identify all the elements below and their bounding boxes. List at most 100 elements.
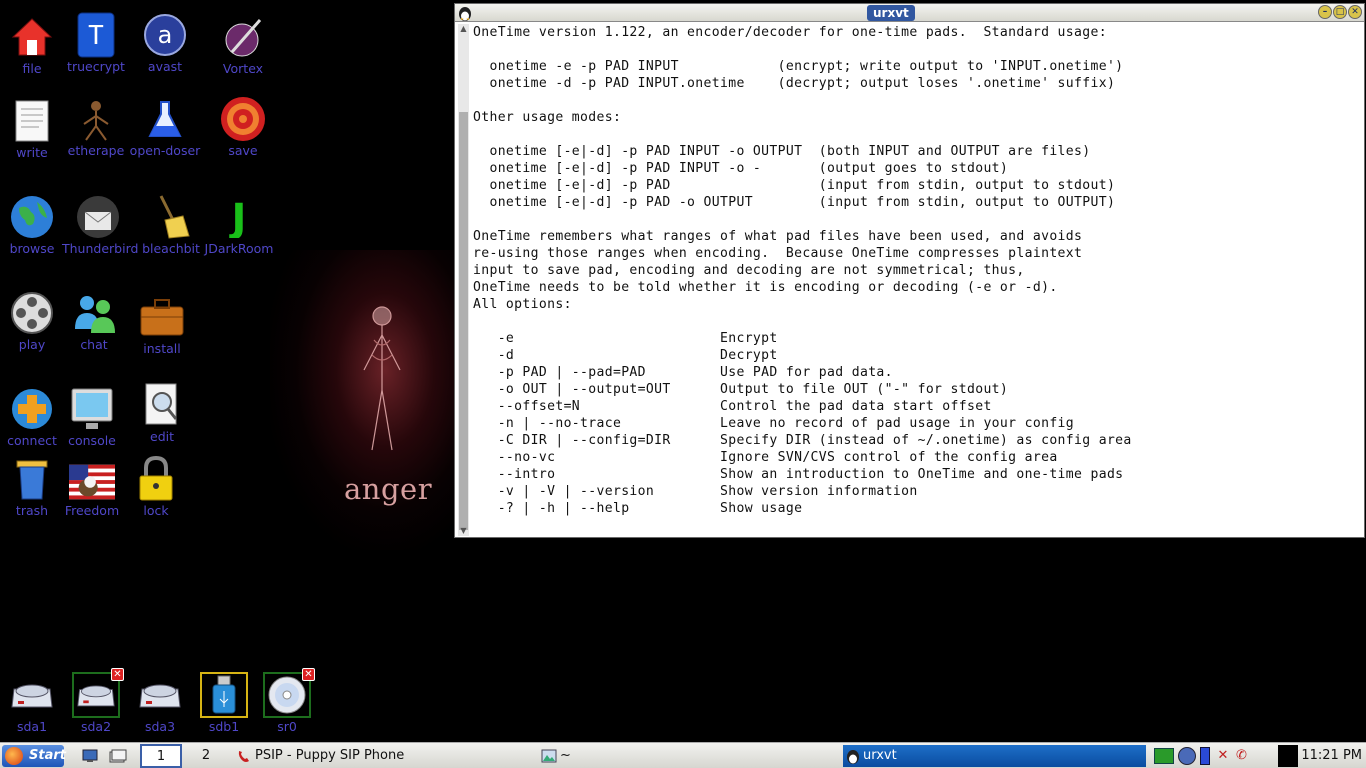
icon-label: JDarkRoom [204,241,274,256]
icon-label: install [143,341,181,356]
trash-icon [16,460,48,500]
desktop-icon-save[interactable]: save [207,96,279,158]
drive-icon-sr0[interactable]: ✕ sr0 [256,668,318,734]
close-icon[interactable]: ✕ [1348,5,1362,19]
tray-black-box [1278,745,1298,767]
window-title: urxvt [867,5,915,21]
globe-tray-icon[interactable] [1178,747,1196,765]
scrollbar[interactable]: ▲ ▼ [458,24,469,536]
phone-tray-icon[interactable]: ✆ [1236,747,1250,765]
desktop-icon-vortex[interactable]: Vortex [207,14,279,76]
desktop-icon-bleachbit[interactable]: bleachbit [135,194,207,256]
padlock-icon [139,456,173,501]
icon-label: browse [9,241,55,256]
desktop-icon-install[interactable]: install [126,294,198,356]
icon-label: lock [143,503,169,518]
icon-label: write [16,145,48,160]
desktop-icon-console[interactable]: console [56,386,128,448]
briefcase-icon [140,299,184,336]
network-icon[interactable] [1154,748,1174,764]
icon-label: console [68,433,116,448]
desktop-icon-lock[interactable]: lock [120,456,192,518]
desktop-icon-edit[interactable]: edit [126,382,198,444]
thunderbird-icon [77,196,119,238]
terminal-output[interactable]: OneTime version 1.122, an encoder/decode… [473,24,1132,517]
icon-label: open-doser [129,143,201,158]
unmount-icon[interactable]: ✕ [302,668,315,681]
wallpaper-text: anger [344,472,433,506]
document-icon [15,100,49,142]
show-desktop-icon[interactable] [80,745,100,767]
icon-label: Freedom [64,503,120,518]
globe-icon [11,196,53,238]
window-titlebar[interactable]: urxvt – □ ✕ [455,4,1364,22]
drive-icon-sda2[interactable]: ✕ sda2 [65,668,127,734]
tux-icon [459,7,471,21]
svg-text:J: J [229,196,247,238]
terminal-window[interactable]: urxvt – □ ✕ ▲ ▼ OneTime version 1.122, a… [454,3,1365,538]
target-icon [221,97,265,141]
drive-icon-sdb1[interactable]: sdb1 [193,672,255,734]
minimize-icon[interactable]: – [1318,5,1332,19]
task-label: ~ [560,748,571,763]
task-urxvt[interactable]: urxvt [843,745,1146,767]
unmount-icon[interactable]: ✕ [111,668,124,681]
workspace-1[interactable]: 1 [140,744,182,768]
hard-drive-icon [11,684,53,708]
desktop-icon-etherape[interactable]: etherape [60,96,132,158]
task-label: urxvt [863,748,897,763]
scrollbar-thumb[interactable] [459,112,468,530]
desktop-icon-browse[interactable]: browse [0,194,68,256]
icon-label: bleachbit [142,241,200,256]
monitor-icon [71,388,113,429]
avast-icon: a [144,14,186,56]
start-orb-icon [5,747,23,765]
drive-label: sr0 [277,719,297,734]
desktop-icon-chat[interactable]: chat [58,290,130,352]
desktop-icon-open-doser[interactable]: open-doser [129,96,201,158]
home-icon [11,18,53,56]
scroll-down-icon[interactable]: ▼ [458,526,469,536]
start-label: Start [29,748,66,763]
desktop-icon-write[interactable]: write [0,98,68,160]
system-tray: ✕ ✆ [1154,745,1270,767]
image-icon [541,749,557,763]
hard-drive-icon [77,685,115,707]
desktop-icon-jdarkroom[interactable]: J JDarkRoom [203,194,275,256]
icon-label: etherape [67,143,125,158]
icon-label: file [22,61,42,76]
drive-label: sda3 [144,719,176,734]
users-icon [75,296,115,333]
drive-label: sdb1 [208,719,240,734]
battery-icon[interactable] [1200,747,1210,765]
connect-icon [12,389,52,429]
icon-label: edit [150,429,174,444]
drive-label: sda1 [16,719,48,734]
desktop-icon-freedom[interactable]: Freedom [56,462,128,518]
maximize-icon[interactable]: □ [1333,5,1347,19]
workspace-2[interactable]: 2 [194,745,218,767]
desktop-icon-truecrypt[interactable]: T truecrypt [60,12,132,74]
window-list-icon[interactable] [108,745,128,767]
desktop-icon-thunderbird[interactable]: Thunderbird [62,194,138,256]
desktop-icon-file[interactable]: file [0,14,68,76]
icon-label: chat [80,337,108,352]
icon-label: avast [147,59,183,74]
firewall-off-icon[interactable]: ✕ [1214,747,1232,765]
clock[interactable]: 11:21 PM [1301,745,1362,767]
scroll-up-icon[interactable]: ▲ [458,24,469,34]
desktop-icon-avast[interactable]: a avast [129,12,201,74]
drive-icon-sda1[interactable]: sda1 [1,672,63,734]
tux-icon [847,750,859,764]
usb-drive-icon [212,675,236,714]
icon-label: truecrypt [67,59,125,74]
svg-text:a: a [158,21,173,49]
task-home[interactable]: ~ [540,745,840,767]
hard-drive-icon [139,684,181,708]
optical-disc-icon [268,676,306,714]
task-label: PSIP - Puppy SIP Phone [255,748,405,763]
task-psip[interactable]: PSIP - Puppy SIP Phone [235,745,535,767]
truecrypt-icon: T [77,12,115,58]
start-button[interactable]: Start [2,745,66,767]
drive-icon-sda3[interactable]: sda3 [129,672,191,734]
